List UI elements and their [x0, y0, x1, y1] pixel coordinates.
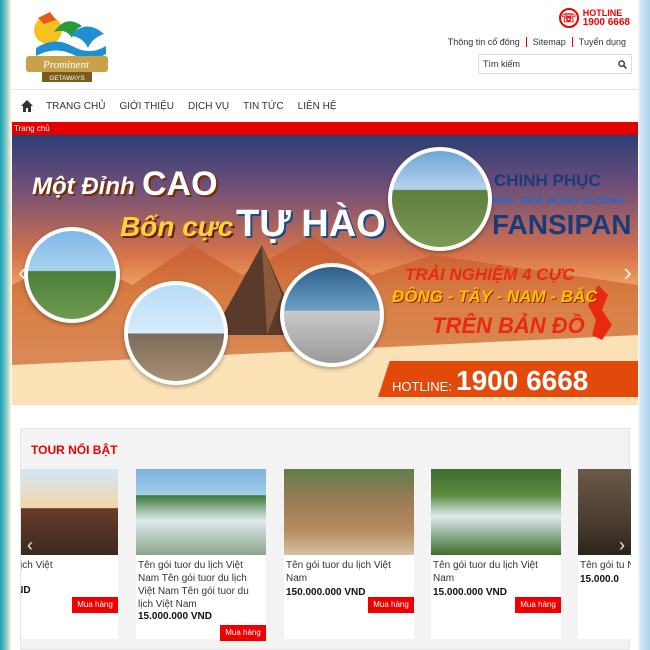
tour-image[interactable] [431, 469, 561, 555]
banner-exp2: ĐÔNG - TÂY - NAM - BẮC [392, 287, 598, 306]
tour-card[interactable]: Tên gói tuor du lịch Việt Nam Tên gói tu… [136, 469, 266, 641]
banner-right2: NÓC NHÀ ĐÔNG DƯƠNG [492, 195, 626, 207]
buy-button[interactable]: Mua hàng [220, 625, 266, 641]
banner-hotline-number: 1900 6668 [456, 365, 589, 396]
link-shareholder-info[interactable]: Thông tin cổ đông [442, 37, 526, 47]
banner-exp1: TRẢI NGHIỆM 4 CỰC [405, 265, 575, 284]
tour-name[interactable]: Tên gói tuor du lịch Việt Nam [284, 555, 414, 585]
main-nav: TRANG CHỦ GIỚI THIỆU DỊCH VỤ TIN TỨC LIÊ… [12, 90, 638, 122]
nav-services[interactable]: DỊCH VỤ [188, 101, 229, 112]
tour-card[interactable]: Tên gói tuor du lịch Việt Nam 15.000.000… [431, 469, 561, 639]
tour-price: 15.000.0 [580, 574, 619, 585]
tour-name[interactable]: Tên gói tuor du lịch Việt Nam [431, 555, 561, 585]
banner-prev-arrow-icon[interactable]: ‹ [18, 257, 27, 288]
logo-subtext: GETAWAYS [49, 75, 85, 82]
banner-exp3: TRÊN BẢN ĐỒ [432, 313, 585, 338]
search-box[interactable]: Tìm kiếm [478, 54, 632, 74]
search-input[interactable]: Tìm kiếm [483, 59, 613, 69]
featured-title: TOUR NỔI BẬT [31, 443, 118, 457]
page: Prominent GETAWAYS ☏ HOTLINE 1900 6668 T… [12, 0, 638, 650]
link-careers[interactable]: Tuyển dụng [571, 37, 632, 47]
banner-line2b: TỰ HÀO [236, 203, 386, 245]
tour-price: 000 VND [21, 585, 31, 596]
hotline-number: 1900 6668 [582, 17, 630, 28]
buy-button[interactable]: Mua hàng [515, 597, 561, 613]
photo-circle-north [124, 281, 228, 385]
search-icon[interactable] [613, 55, 631, 73]
nav-about[interactable]: GIỚI THIỆU [119, 101, 174, 112]
tour-name[interactable]: Tên gói tuor du lịch Việt Nam Tên gói tu… [136, 555, 266, 611]
photo-circle-fansipan [388, 147, 492, 251]
phone-icon: ☏ [558, 8, 579, 28]
logo[interactable]: Prominent GETAWAYS [20, 8, 112, 84]
tour-price: 15.000.000 VND [138, 611, 212, 622]
tour-name[interactable]: ủa du lịch Việt [21, 555, 118, 572]
tour-image[interactable] [21, 469, 118, 555]
carousel-next-arrow-icon[interactable]: › [619, 535, 625, 556]
tour-image[interactable] [136, 469, 266, 555]
buy-button[interactable]: Mua hàng [72, 597, 118, 613]
banner-right1: CHINH PHỤC [494, 171, 601, 190]
carousel-prev-arrow-icon[interactable]: ‹ [27, 535, 33, 556]
link-sitemap[interactable]: Sitemap [525, 37, 572, 47]
nav-contact[interactable]: LIÊN HỆ [298, 101, 337, 112]
nav-home[interactable]: TRANG CHỦ [46, 101, 105, 112]
tour-carousel: ủa du lịch Việt 000 VND Mua hàng Tên gói… [21, 469, 631, 649]
hero-banner[interactable]: Một Đỉnh CAO Bốn cực TỰ HÀO CHINH PHỤC N… [12, 135, 638, 405]
home-icon[interactable] [20, 99, 34, 113]
banner-line2a: Bốn cực [120, 211, 234, 242]
tour-card[interactable]: ủa du lịch Việt 000 VND Mua hàng [21, 469, 118, 639]
site-header: Prominent GETAWAYS ☏ HOTLINE 1900 6668 T… [12, 0, 638, 90]
logo-text: Prominent [42, 59, 90, 71]
banner-right3: FANSIPAN [492, 209, 632, 240]
top-links: Thông tin cổ đông Sitemap Tuyển dụng [442, 37, 632, 47]
banner-line1a: Một Đỉnh [32, 173, 135, 200]
tour-image[interactable] [284, 469, 414, 555]
banner-hotline-label: HOTLINE: [392, 379, 452, 394]
photo-circle-south [24, 227, 120, 323]
featured-tours: TOUR NỔI BẬT ủa du lịch Việt 000 VND Mua… [20, 428, 631, 650]
nav-news[interactable]: TIN TỨC [243, 101, 284, 112]
banner-next-arrow-icon[interactable]: › [623, 257, 632, 288]
buy-button[interactable]: Mua hàng [368, 597, 414, 613]
tour-name[interactable]: Tên gói tu Nam [578, 555, 631, 572]
photo-circle-landmark [280, 263, 384, 367]
breadcrumb[interactable]: Trang chủ [12, 122, 638, 135]
header-hotline[interactable]: ☏ HOTLINE 1900 6668 [558, 8, 630, 28]
tour-card[interactable]: Tên gói tuor du lịch Việt Nam 150.000.00… [284, 469, 414, 639]
banner-line1b: CAO [142, 165, 218, 203]
